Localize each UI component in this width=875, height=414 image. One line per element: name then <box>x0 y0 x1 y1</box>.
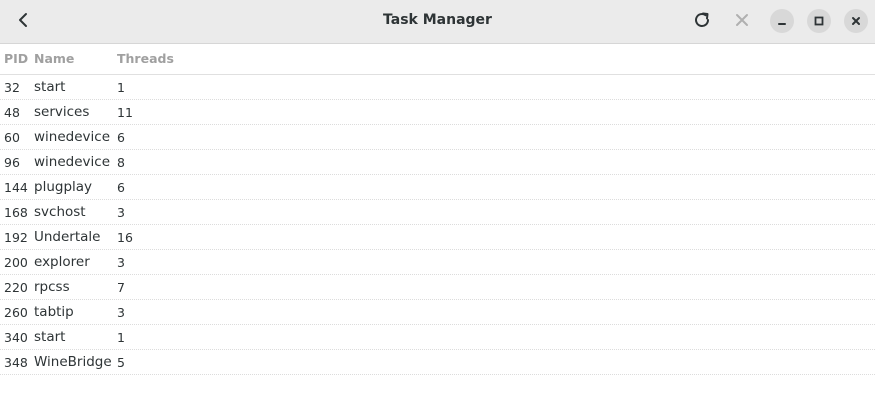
process-pid: 348 <box>4 355 28 370</box>
close-icon <box>852 17 860 25</box>
process-name: plugplay <box>34 179 93 195</box>
process-name: start <box>34 329 66 345</box>
process-threads: 6 <box>117 130 125 145</box>
process-threads: 1 <box>117 80 125 95</box>
process-name: WineBridge <box>34 354 112 370</box>
process-pid: 220 <box>4 280 28 295</box>
process-pid: 60 <box>4 130 20 145</box>
process-name: winedevice <box>34 129 110 145</box>
process-threads: 3 <box>117 305 125 320</box>
table-row[interactable]: 348 WineBridge 5 <box>0 350 875 375</box>
process-pid: 48 <box>4 105 20 120</box>
process-pid: 144 <box>4 180 28 195</box>
minimize-icon <box>778 23 786 25</box>
process-name: rpcss <box>34 279 70 295</box>
process-threads: 16 <box>117 230 133 245</box>
process-pid: 260 <box>4 305 28 320</box>
process-threads: 7 <box>117 280 125 295</box>
process-name: explorer <box>34 254 90 270</box>
table-row[interactable]: 32 start 1 <box>0 75 875 100</box>
table-row[interactable]: 48 services 11 <box>0 100 875 125</box>
kill-icon <box>736 14 748 26</box>
table-row[interactable]: 260 tabtip 3 <box>0 300 875 325</box>
column-header-threads[interactable]: Threads <box>117 51 174 66</box>
process-threads: 8 <box>117 155 125 170</box>
maximize-icon <box>814 16 824 26</box>
minimize-button[interactable] <box>770 9 794 33</box>
process-name: svchost <box>34 204 86 220</box>
table-row[interactable]: 144 plugplay 6 <box>0 175 875 200</box>
table-body: 32 start 1 48 services 11 60 winedevice 6 96 wined… <box>0 75 875 375</box>
table-row[interactable]: 96 winedevice 8 <box>0 150 875 175</box>
process-threads: 3 <box>117 205 125 220</box>
process-pid: 192 <box>4 230 28 245</box>
maximize-button[interactable] <box>807 9 831 33</box>
process-name: start <box>34 79 66 95</box>
table-header: PID Name Threads <box>0 44 875 75</box>
table-row[interactable]: 340 start 1 <box>0 325 875 350</box>
column-header-pid[interactable]: PID <box>4 51 28 66</box>
refresh-icon <box>695 12 709 27</box>
table-row[interactable]: 220 rpcss 7 <box>0 275 875 300</box>
process-name: tabtip <box>34 304 74 320</box>
refresh-button[interactable] <box>690 8 714 32</box>
process-table: PID Name Threads 32 start 1 48 services 11 60 w… <box>0 44 875 375</box>
process-name: winedevice <box>34 154 110 170</box>
table-row[interactable]: 200 explorer 3 <box>0 250 875 275</box>
column-header-name[interactable]: Name <box>34 51 74 66</box>
process-name: Undertale <box>34 229 101 245</box>
process-pid: 168 <box>4 205 28 220</box>
table-row[interactable]: 168 svchost 3 <box>0 200 875 225</box>
process-threads: 1 <box>117 330 125 345</box>
process-threads: 6 <box>117 180 125 195</box>
process-pid: 96 <box>4 155 20 170</box>
process-threads: 5 <box>117 355 125 370</box>
close-button[interactable] <box>844 9 868 33</box>
process-pid: 32 <box>4 80 20 95</box>
process-pid: 340 <box>4 330 28 345</box>
process-threads: 11 <box>117 105 133 120</box>
table-row[interactable]: 192 Undertale 16 <box>0 225 875 250</box>
process-pid: 200 <box>4 255 28 270</box>
process-threads: 3 <box>117 255 125 270</box>
process-name: services <box>34 104 90 120</box>
kill-process-button[interactable] <box>730 8 754 32</box>
header-bar: Task Manager <box>0 0 875 44</box>
task-manager-window: Task Manager PID Name Threads 32 start 1… <box>0 0 875 414</box>
table-row[interactable]: 60 winedevice 6 <box>0 125 875 150</box>
